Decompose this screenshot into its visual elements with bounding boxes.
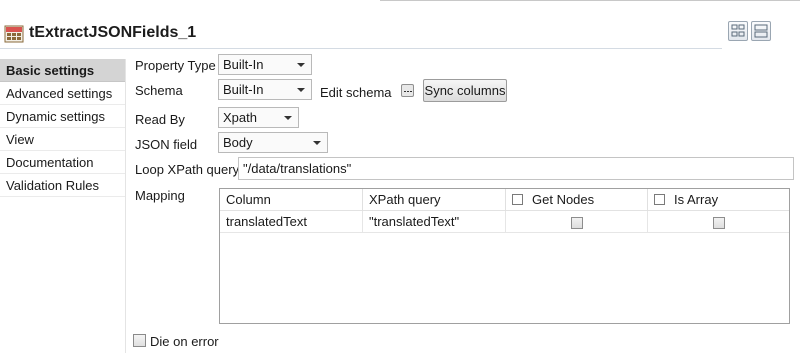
layout-grid-icon bbox=[731, 24, 745, 37]
read-by-label: Read By bbox=[135, 112, 185, 127]
column-header-label: Is Array bbox=[674, 192, 719, 207]
is-array-select-all-checkbox[interactable] bbox=[654, 194, 665, 205]
layout-rows-button[interactable] bbox=[751, 21, 771, 41]
cell-column[interactable]: translatedText bbox=[220, 211, 363, 233]
json-field-select[interactable]: Body bbox=[218, 132, 328, 153]
nav-item-dynamic-settings[interactable]: Dynamic settings bbox=[0, 105, 125, 128]
column-header-label: Get Nodes bbox=[532, 192, 595, 207]
property-type-label: Property Type bbox=[135, 58, 216, 73]
mapping-label: Mapping bbox=[135, 188, 185, 203]
read-by-value: Xpath bbox=[223, 110, 257, 125]
settings-nav: Basic settings Advanced settings Dynamic… bbox=[0, 59, 126, 353]
chevron-down-icon bbox=[313, 141, 321, 145]
ellipsis-icon bbox=[404, 91, 406, 92]
edit-schema-label: Edit schema bbox=[320, 85, 392, 100]
component-title: tExtractJSONFields_1 bbox=[29, 24, 197, 41]
get-nodes-checkbox[interactable] bbox=[570, 216, 583, 229]
column-header-get-nodes[interactable]: Get Nodes bbox=[506, 189, 648, 211]
loop-xpath-input[interactable]: "/data/translations" bbox=[238, 157, 794, 180]
layout-rows-icon bbox=[754, 24, 768, 38]
nav-item-basic-settings[interactable]: Basic settings bbox=[0, 59, 125, 82]
column-header-label: Column bbox=[226, 192, 271, 207]
ellipsis-dot bbox=[407, 91, 409, 92]
nav-item-view[interactable]: View bbox=[0, 128, 125, 151]
chevron-down-icon bbox=[297, 63, 305, 67]
die-on-error-checkbox[interactable] bbox=[133, 334, 146, 347]
chevron-down-icon bbox=[297, 88, 305, 92]
schema-label: Schema bbox=[135, 83, 183, 98]
component-header: tExtractJSONFields_1 bbox=[0, 18, 800, 50]
loop-xpath-label: Loop XPath query bbox=[135, 162, 240, 177]
nav-item-documentation[interactable]: Documentation bbox=[0, 151, 125, 174]
nav-item-validation-rules[interactable]: Validation Rules bbox=[0, 174, 125, 197]
mapping-table: Column XPath query Get Nodes Is Array tr… bbox=[219, 188, 790, 324]
column-header-column[interactable]: Column bbox=[220, 189, 363, 211]
chevron-down-icon bbox=[284, 116, 292, 120]
schema-select[interactable]: Built-In bbox=[218, 79, 312, 100]
top-strip bbox=[0, 0, 800, 8]
is-array-checkbox[interactable] bbox=[712, 216, 725, 229]
nav-item-advanced-settings[interactable]: Advanced settings bbox=[0, 82, 125, 105]
json-field-value: Body bbox=[223, 135, 253, 150]
read-by-select[interactable]: Xpath bbox=[218, 107, 299, 128]
sync-columns-button[interactable]: Sync columns bbox=[423, 79, 507, 102]
edit-schema-button[interactable] bbox=[401, 84, 414, 97]
column-header-xpath[interactable]: XPath query bbox=[363, 189, 506, 211]
cell-get-nodes bbox=[506, 211, 648, 233]
column-header-label: XPath query bbox=[369, 192, 441, 207]
table-header: Column XPath query Get Nodes Is Array bbox=[220, 189, 789, 211]
cell-xpath[interactable]: "translatedText" bbox=[363, 211, 506, 233]
die-on-error-label: Die on error bbox=[150, 334, 219, 349]
get-nodes-select-all-checkbox[interactable] bbox=[512, 194, 523, 205]
property-type-select[interactable]: Built-In bbox=[218, 54, 312, 75]
json-field-label: JSON field bbox=[135, 137, 198, 152]
column-header-is-array[interactable]: Is Array bbox=[648, 189, 789, 211]
title-underline bbox=[0, 48, 722, 49]
layout-grid-button[interactable] bbox=[728, 21, 748, 41]
tab-divider bbox=[380, 0, 800, 1]
tool-component-icon bbox=[4, 25, 24, 43]
ellipsis-dot bbox=[410, 91, 412, 92]
table-row[interactable]: translatedText "translatedText" bbox=[220, 211, 789, 233]
cell-is-array bbox=[648, 211, 789, 233]
property-type-value: Built-In bbox=[223, 57, 264, 72]
schema-value: Built-In bbox=[223, 82, 264, 97]
